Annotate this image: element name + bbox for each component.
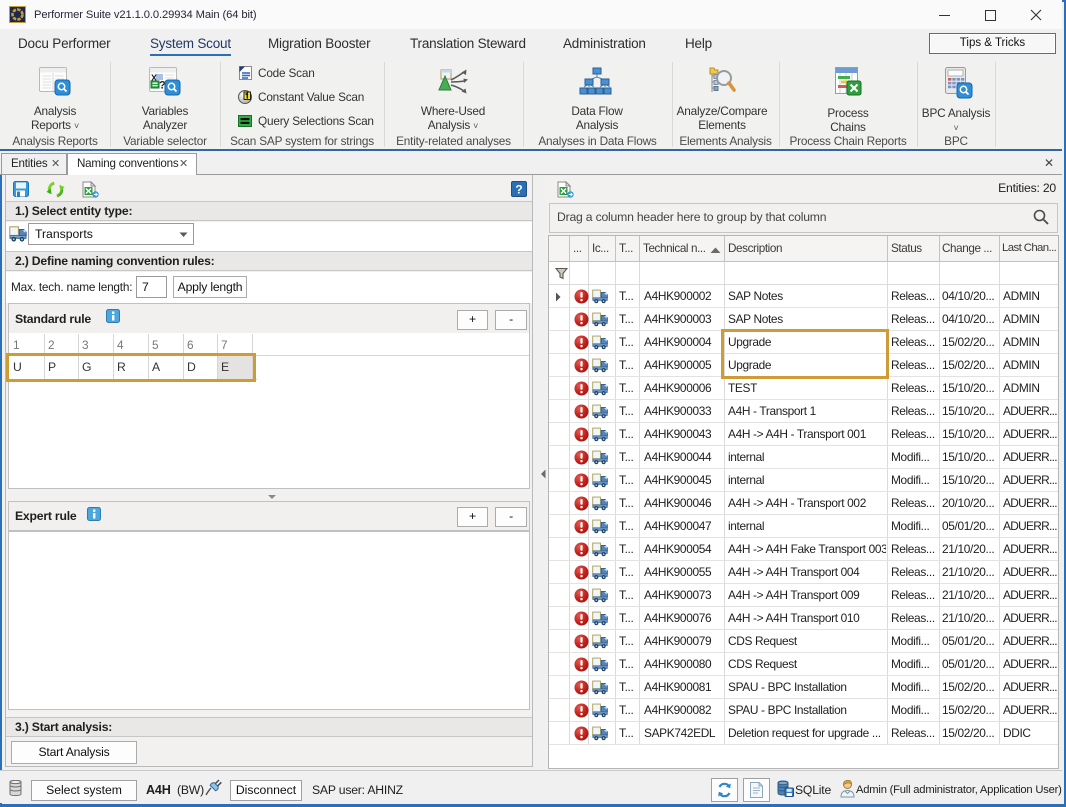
svg-text:?: ? [515,183,522,197]
